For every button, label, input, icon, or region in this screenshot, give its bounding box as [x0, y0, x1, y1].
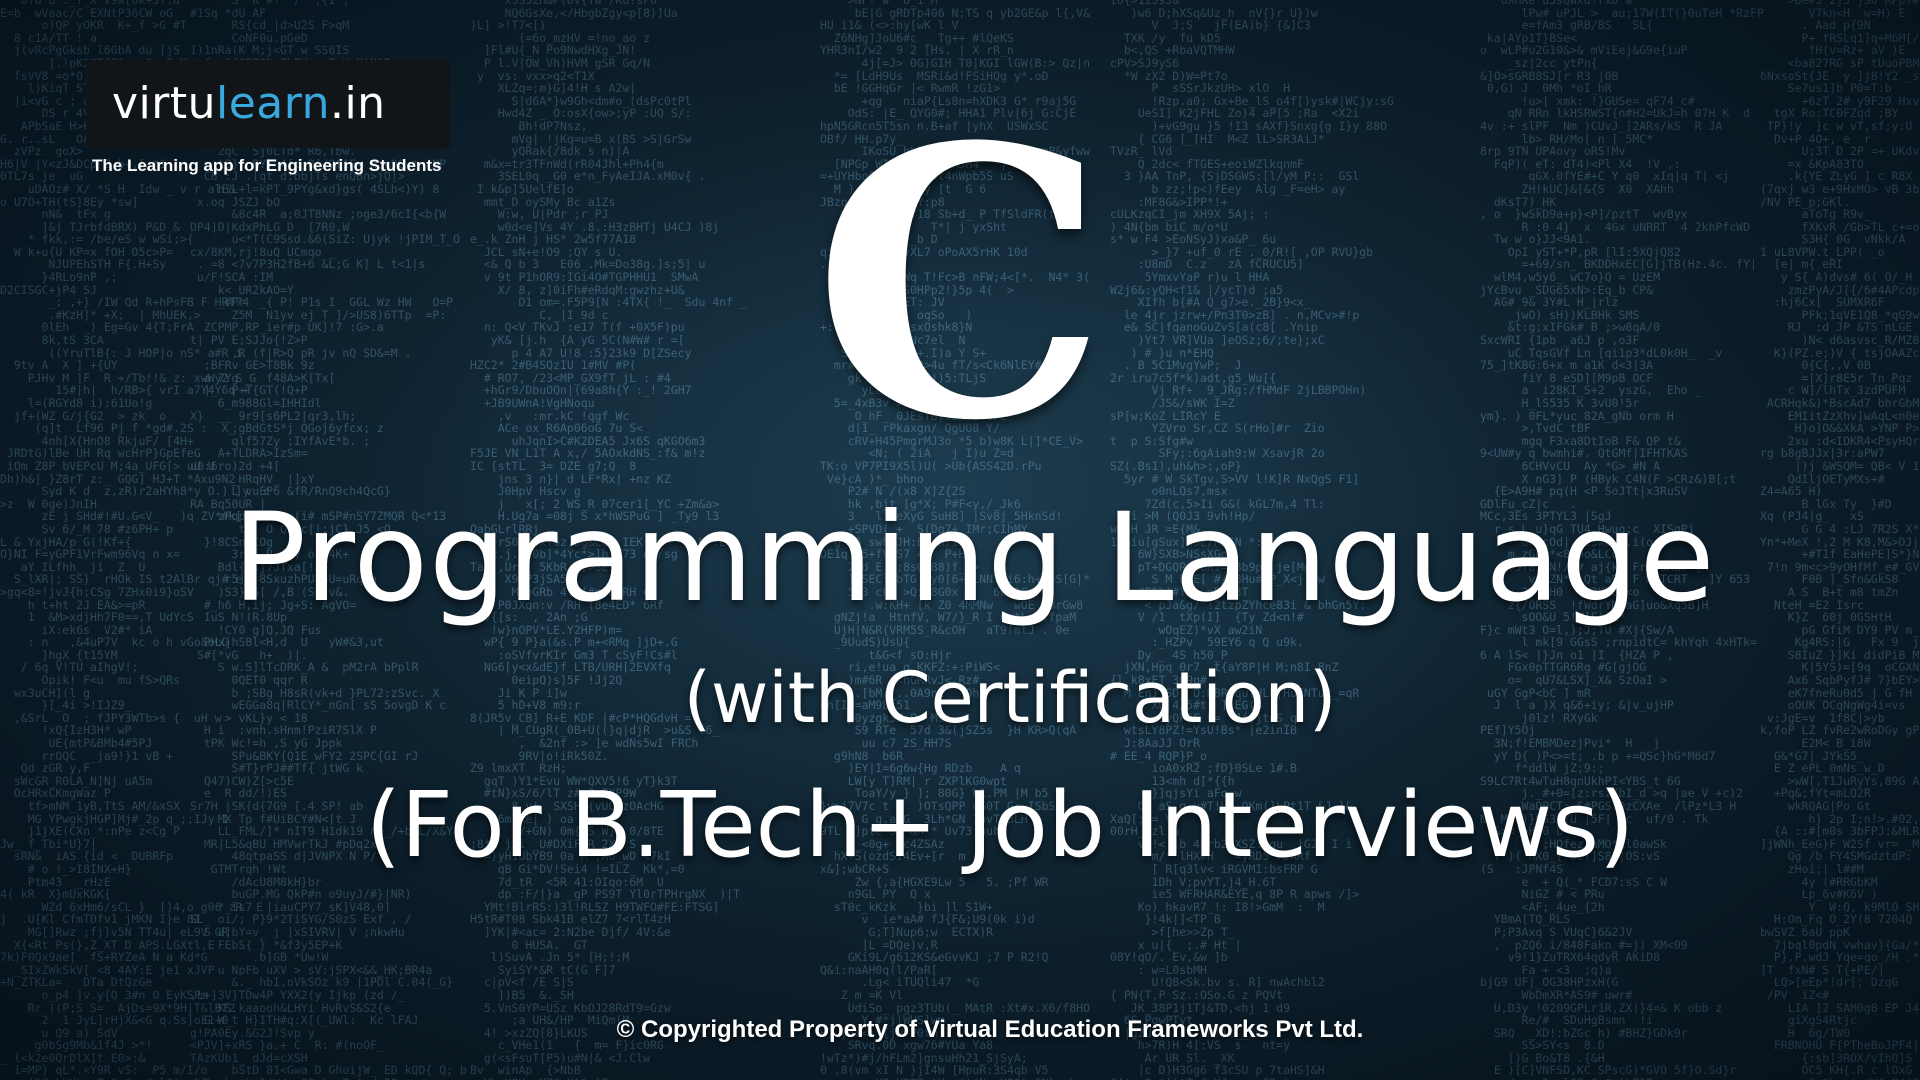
- title-letter-c: C: [812, 68, 1108, 502]
- title-line-2: (with Certification): [683, 657, 1337, 739]
- title-line-3: (For B.Tech+ Job Interviews): [365, 773, 1635, 878]
- copyright-notice: © Copyrighted Property of Virtual Educat…: [616, 1016, 1364, 1043]
- title-line-1: Programming Language: [232, 487, 1716, 629]
